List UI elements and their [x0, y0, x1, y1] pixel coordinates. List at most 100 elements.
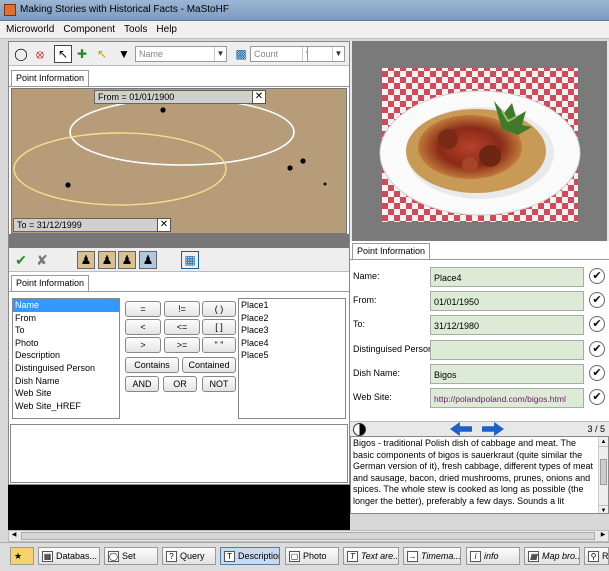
list-item[interactable]: Distinguised Person — [13, 362, 119, 375]
taskbar-text-area[interactable]: T Text are... — [343, 547, 399, 565]
taskbar-photo[interactable]: ▢ Photo — [285, 547, 339, 565]
taskbar-info[interactable]: i info — [466, 547, 520, 565]
query-expression-area[interactable] — [10, 424, 348, 483]
home-icon[interactable]: ★ — [10, 547, 34, 565]
equals-button[interactable]: = — [125, 301, 161, 317]
not-equals-button[interactable]: != — [164, 301, 200, 317]
scroll-left-icon[interactable]: ◀ — [9, 531, 19, 541]
taskbar-query[interactable]: ? Query — [162, 547, 216, 565]
check-icon[interactable]: ✔ — [589, 316, 605, 332]
set-ellipse-upper[interactable] — [69, 98, 295, 166]
point-marker[interactable] — [300, 158, 306, 164]
list-item[interactable]: Place3 — [239, 324, 345, 337]
scroll-thumb[interactable] — [21, 532, 595, 540]
tab-point-information[interactable]: Point Information — [11, 70, 90, 86]
taskbar-timemap[interactable]: → Timema... — [403, 547, 461, 565]
check-icon[interactable]: ✔ — [589, 389, 605, 405]
taskbar-set[interactable]: ◯ Set — [104, 547, 158, 565]
taskbar-database[interactable]: ▦ Databas... — [38, 547, 100, 565]
less-than-button[interactable]: < — [125, 319, 161, 335]
menu-help[interactable]: Help — [150, 21, 180, 35]
filter-icon[interactable]: ▼ — [115, 45, 133, 63]
and-button[interactable]: AND — [125, 376, 159, 392]
or-button[interactable]: OR — [163, 376, 197, 392]
move-tool-icon[interactable]: ✚ — [73, 45, 91, 63]
vertical-scrollbar[interactable]: ▲ ▼ — [598, 437, 608, 513]
close-icon[interactable]: ✕ — [252, 90, 266, 104]
point-marker[interactable] — [160, 107, 166, 113]
person-remove-icon[interactable]: ♟ — [118, 251, 136, 269]
list-item[interactable]: Place1 — [239, 299, 345, 312]
places-list[interactable]: Place1 Place2 Place3 Place4 Place5 — [238, 298, 346, 419]
scroll-up-icon[interactable]: ▲ — [599, 437, 608, 447]
menu-microworld[interactable]: Microworld — [0, 21, 57, 35]
check-icon[interactable]: ✔ — [589, 292, 605, 308]
select-tool-icon[interactable]: ↖ — [93, 45, 111, 63]
contained-button[interactable]: Contained — [182, 357, 236, 373]
check-icon[interactable]: ✔ — [589, 341, 605, 357]
parentheses-button[interactable]: ( ) — [202, 301, 236, 317]
from-field[interactable]: 01/01/1950 — [430, 291, 584, 311]
half-circle-icon[interactable] — [353, 423, 366, 436]
list-item[interactable]: Web Site — [13, 387, 119, 400]
menu-component[interactable]: Component — [57, 21, 118, 35]
list-item[interactable]: From — [13, 312, 119, 325]
list-item[interactable]: Web Site_HREF — [13, 400, 119, 413]
taskbar-re[interactable]: ⚲Re — [584, 547, 609, 565]
website-field[interactable]: http://polandpoland.com/bigos.html — [430, 388, 584, 408]
set-ellipse-lower[interactable] — [13, 132, 227, 206]
name-field[interactable]: Place4 — [430, 267, 584, 287]
close-icon[interactable]: ✕ — [157, 218, 171, 232]
list-item[interactable]: Description — [13, 349, 119, 362]
menu-tools[interactable]: Tools — [118, 21, 150, 35]
taskbar-description[interactable]: T Description — [220, 547, 280, 565]
confirm-check-icon[interactable]: ✔ — [12, 251, 30, 269]
count-combo[interactable]: Count▼ — [250, 46, 315, 62]
scroll-right-icon[interactable]: ▶ — [598, 531, 608, 541]
extra-combo[interactable]: ▼ — [307, 46, 345, 62]
tab-point-information-details[interactable]: Point Information — [352, 243, 431, 259]
dish-field[interactable]: Bigos — [430, 364, 584, 384]
point-marker[interactable] — [65, 182, 71, 188]
list-item[interactable]: Photo — [13, 337, 119, 350]
greater-equal-button[interactable]: >= — [164, 337, 200, 353]
person-add-icon[interactable]: ♟ — [98, 251, 116, 269]
list-item[interactable]: Place2 — [239, 312, 345, 325]
ellipse-tool-icon[interactable]: ◯ — [12, 45, 30, 63]
quotes-button[interactable]: " " — [202, 337, 236, 353]
less-equal-button[interactable]: <= — [164, 319, 200, 335]
list-item[interactable]: Name — [13, 299, 119, 312]
field-list[interactable]: Name From To Photo Description Distingui… — [12, 298, 120, 419]
point-marker[interactable] — [323, 182, 327, 186]
scroll-down-icon[interactable]: ▼ — [599, 505, 608, 513]
previous-arrow-icon[interactable] — [450, 422, 472, 436]
next-arrow-icon[interactable] — [482, 422, 504, 436]
to-field[interactable]: 31/12/1980 — [430, 315, 584, 335]
taskbar-map-browser[interactable]: ▦ Map bro... — [524, 547, 580, 565]
check-icon[interactable]: ✔ — [589, 365, 605, 381]
tab-point-information-query[interactable]: Point Information — [11, 275, 90, 291]
check-icon[interactable]: ✔ — [589, 268, 605, 284]
person-query-icon[interactable]: ♟ — [77, 251, 95, 269]
timeline-canvas[interactable]: From = 01/01/1900 ✕ To = 31/12/1999 ✕ — [11, 88, 347, 234]
greater-than-button[interactable]: > — [125, 337, 161, 353]
brackets-button[interactable]: [ ] — [202, 319, 236, 335]
not-button[interactable]: NOT — [202, 376, 236, 392]
description-text-area[interactable]: Bigos - traditional Polish dish of cabba… — [350, 436, 609, 514]
scroll-thumb[interactable] — [600, 459, 607, 485]
counter-icon[interactable]: ▩ — [232, 45, 250, 63]
list-item[interactable]: To — [13, 324, 119, 337]
delete-shape-icon[interactable]: ⦻ — [31, 45, 49, 63]
list-item[interactable]: Place4 — [239, 337, 345, 350]
point-marker[interactable] — [287, 165, 293, 171]
table-icon[interactable]: ▦ — [181, 251, 199, 269]
pointer-tool-icon[interactable]: ↖ — [54, 45, 72, 63]
person-field[interactable] — [430, 340, 584, 360]
contains-button[interactable]: Contains — [125, 357, 179, 373]
list-item[interactable]: Dish Name — [13, 375, 119, 388]
list-item[interactable]: Place5 — [239, 349, 345, 362]
horizontal-scrollbar[interactable]: ◀ ▶ — [8, 530, 609, 542]
group-icon[interactable]: ♟ — [139, 251, 157, 269]
cancel-x-icon[interactable]: ✘ — [33, 251, 51, 269]
name-combo[interactable]: Name ▼ — [135, 46, 227, 62]
